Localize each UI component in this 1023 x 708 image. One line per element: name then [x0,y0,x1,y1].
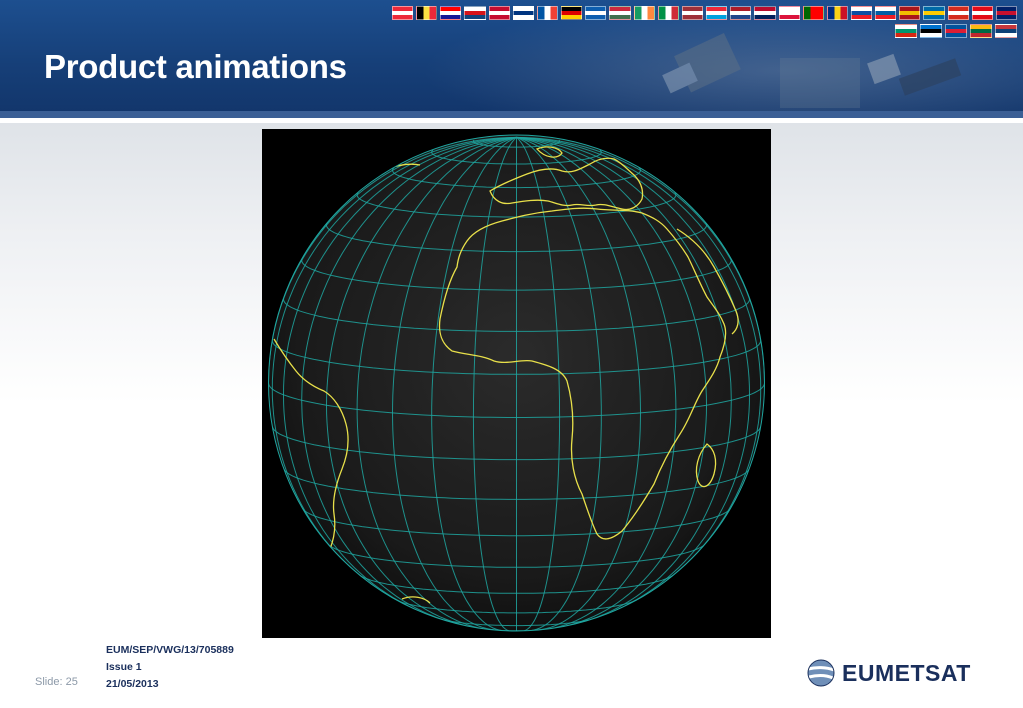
eumetsat-globe-icon [807,659,835,687]
document-reference: EUM/SEP/VWG/13/705889 [106,644,234,656]
eumetsat-logo: EUMETSAT [806,658,971,688]
flag-czech-icon [464,6,486,20]
flag-luxembourg-icon [706,6,728,20]
flag-slovakia-icon [850,6,873,20]
flag-netherlands-icon [730,6,752,20]
flag-portugal-icon [802,6,824,20]
flag-switzerland-icon [947,6,969,20]
flag-turkey-icon [971,6,993,20]
header-banner: Product animations [0,0,1023,118]
flags-row-2 [392,24,1017,38]
flag-romania-icon [826,6,848,20]
flag-croatia-icon [440,6,462,20]
flag-germany-icon [561,6,583,20]
flag-bulgaria-icon [895,24,917,38]
flag-finland-icon [512,6,534,20]
document-date: 21/05/2013 [106,678,159,690]
flag-norway-icon [754,6,776,20]
flag-sweden-icon [923,6,945,20]
flag-iceland-icon [945,24,967,38]
flag-france-icon [536,6,559,20]
flag-lithuania-icon [970,24,992,38]
flag-uk-icon [995,6,1018,20]
flag-ireland-icon [633,6,655,20]
flag-hungary-icon [609,6,631,20]
flags-row-1 [392,6,1018,20]
flag-belgium-icon [416,6,438,20]
flag-austria-icon [392,6,414,20]
flag-serbia-icon [995,24,1017,38]
flag-spain-icon [899,6,921,20]
document-issue: Issue 1 [106,661,142,673]
flag-slovenia-icon [875,6,897,20]
flag-greece-icon [585,6,607,20]
flag-poland-icon [778,6,800,20]
full-disk-globe-image [268,134,765,632]
slide-number: Slide: 25 [35,676,78,688]
flag-latvia-icon [681,6,704,20]
member-state-flags [392,6,1018,42]
logo-text: EUMETSAT [842,659,971,686]
product-animation-frame[interactable] [262,129,771,638]
flag-estonia-icon [920,24,942,38]
header-bottom-band [0,111,1023,118]
flag-denmark-icon [488,6,510,20]
page-title: Product animations [44,48,347,85]
document-info: EUM/SEP/VWG/13/705889 Issue 1 21/05/2013 [106,642,234,693]
flag-italy-icon [657,6,679,20]
